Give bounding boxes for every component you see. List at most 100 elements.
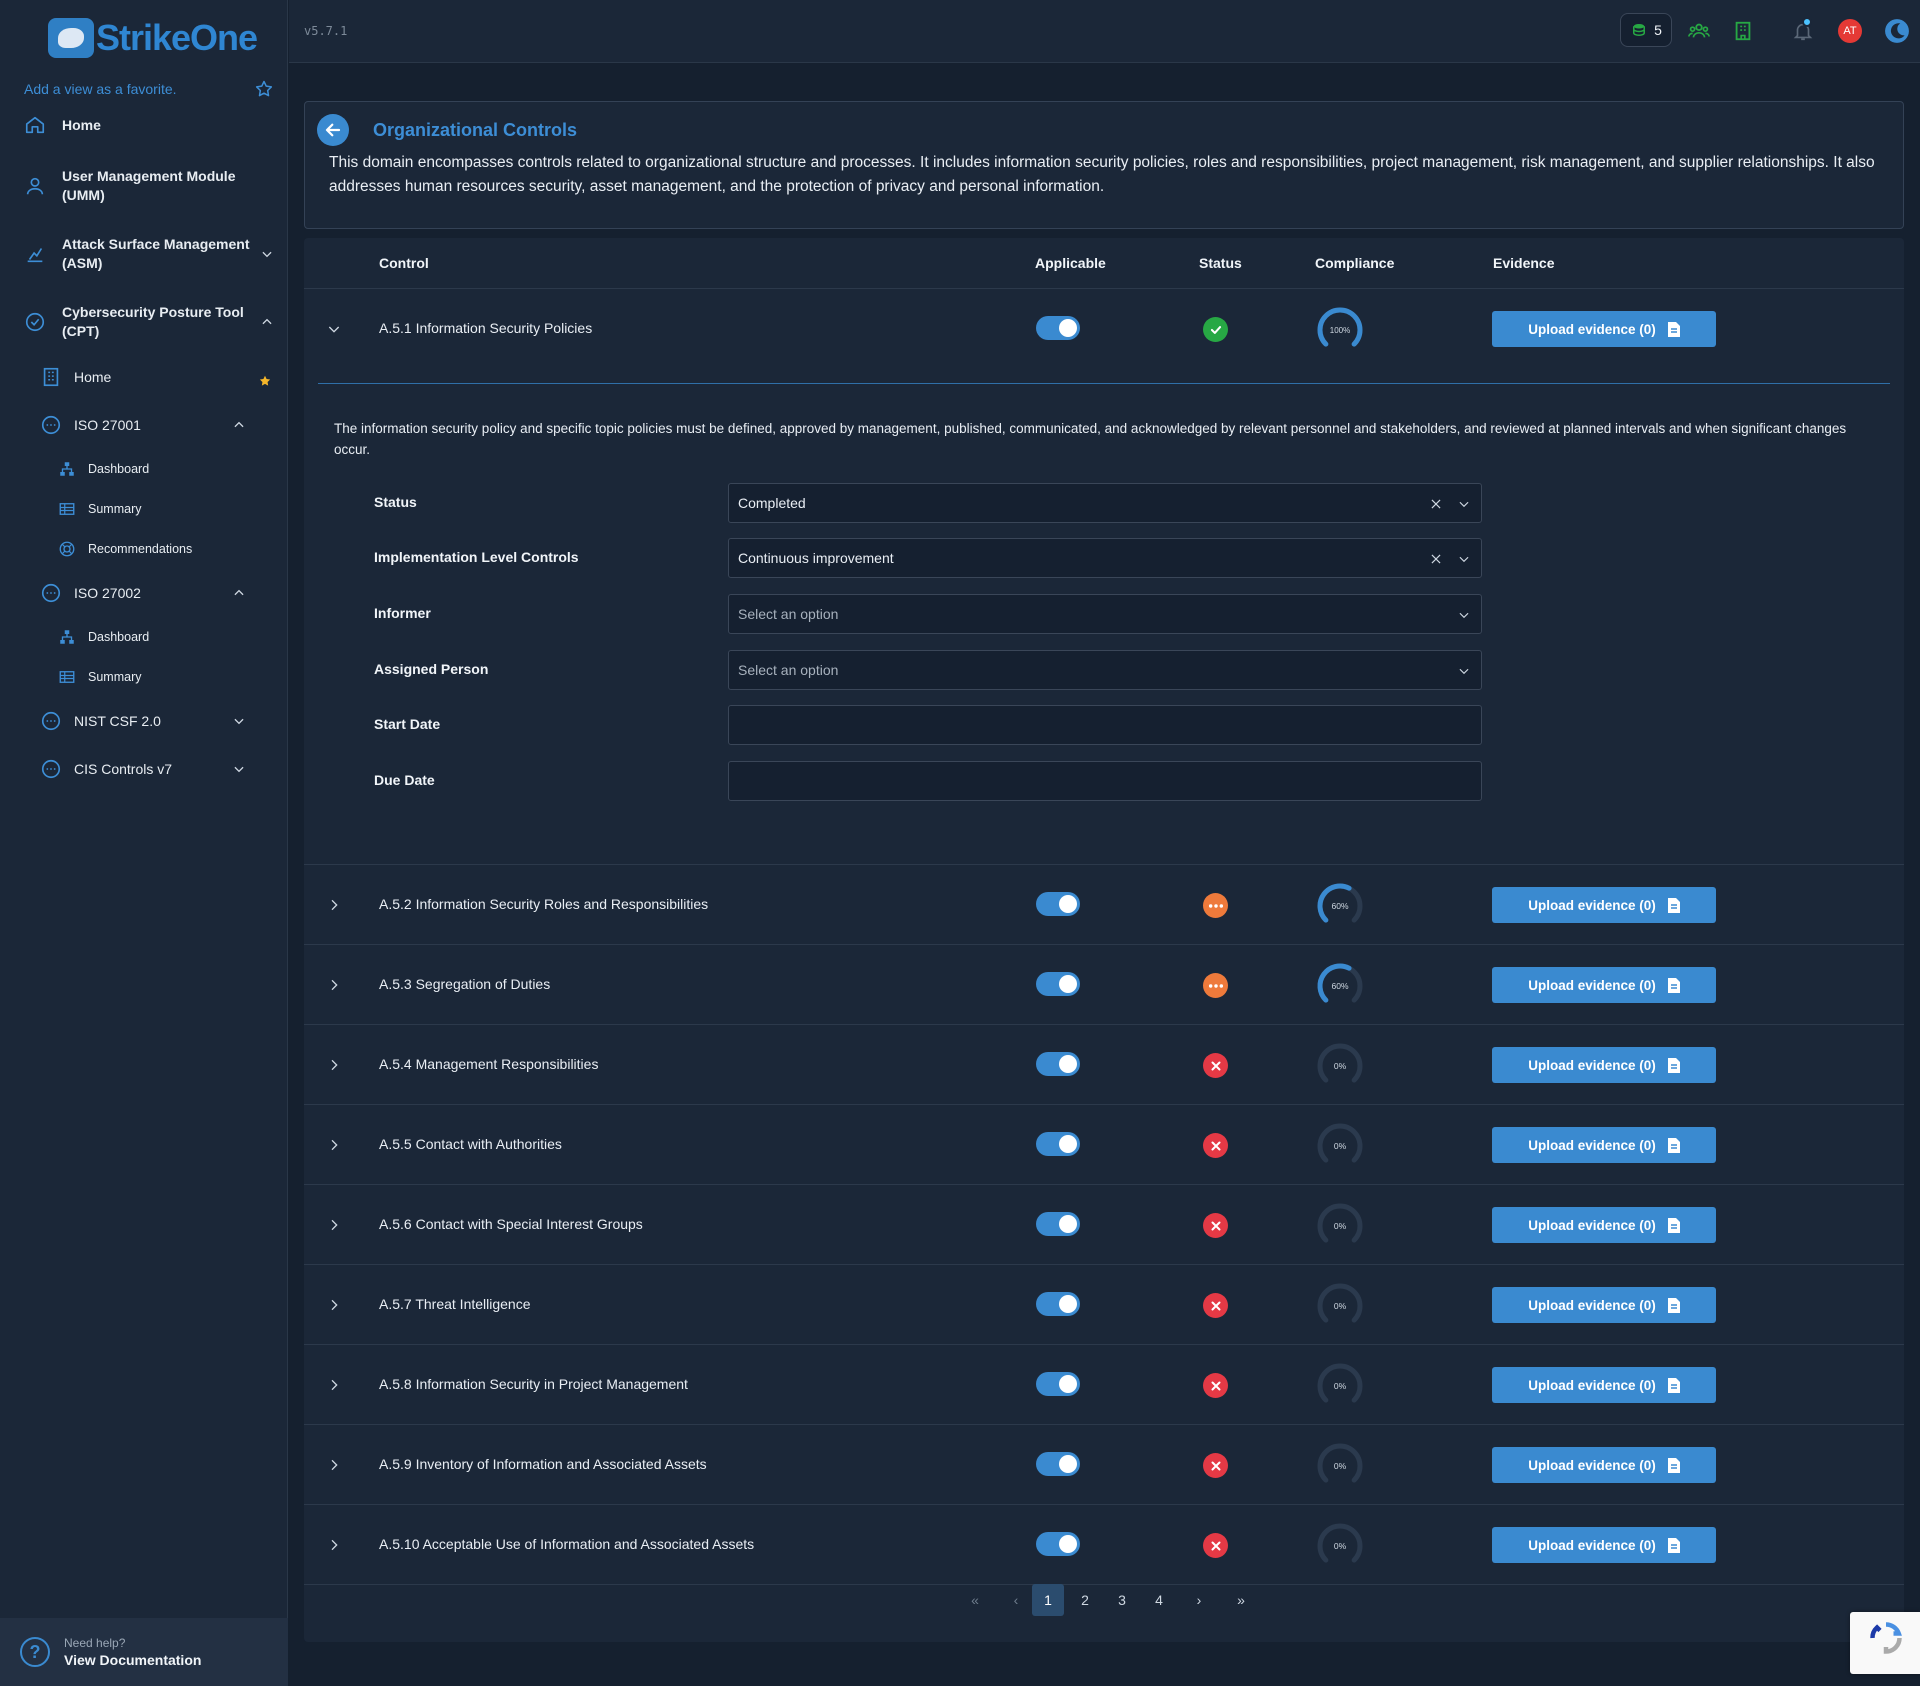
chevron-down-icon[interactable] <box>1457 552 1471 566</box>
table-row[interactable]: A.5.4 Management Responsibilities 0% Upl… <box>304 1025 1904 1105</box>
column-header-status: Status <box>1199 255 1242 271</box>
upload-evidence-button[interactable]: Upload evidence (0) <box>1492 887 1716 923</box>
upload-evidence-button[interactable]: Upload evidence (0) <box>1492 311 1716 347</box>
sidebar-item-iso27001[interactable]: ISO 27001 <box>40 414 246 436</box>
help-link-label: View Documentation <box>64 1652 202 1668</box>
sidebar-item-asm[interactable]: Attack Surface Management (ASM) <box>24 235 274 273</box>
table-row[interactable]: A.5.7 Threat Intelligence 0% Upload evid… <box>304 1265 1904 1345</box>
chevron-right-icon[interactable] <box>326 1137 342 1153</box>
upload-evidence-button[interactable]: Upload evidence (0) <box>1492 1447 1716 1483</box>
applicable-toggle[interactable] <box>1036 316 1080 340</box>
implementation-level-select[interactable]: Continuous improvement <box>728 538 1482 578</box>
chevron-down-icon[interactable] <box>232 714 246 728</box>
table-header: Control Applicable Status Compliance Evi… <box>304 238 1904 289</box>
sidebar-item-cpt[interactable]: Cybersecurity Posture Tool (CPT) <box>24 303 274 341</box>
upload-evidence-button[interactable]: Upload evidence (0) <box>1492 1367 1716 1403</box>
applicable-toggle[interactable] <box>1036 1212 1080 1236</box>
prev-page-button[interactable]: ‹ <box>1000 1584 1032 1616</box>
chevron-down-icon[interactable] <box>260 247 274 261</box>
table-row[interactable]: A.5.5 Contact with Authorities 0% Upload… <box>304 1105 1904 1185</box>
chevron-right-icon[interactable] <box>326 897 342 913</box>
star-filled-icon[interactable] <box>258 374 272 388</box>
chevron-down-icon[interactable] <box>326 321 342 337</box>
chevron-down-icon[interactable] <box>1457 608 1471 622</box>
building-icon[interactable] <box>1732 20 1754 42</box>
sidebar-item-iso27002-dashboard[interactable]: Dashboard <box>58 628 238 646</box>
upload-evidence-button[interactable]: Upload evidence (0) <box>1492 1207 1716 1243</box>
chevron-right-icon[interactable] <box>326 977 342 993</box>
last-page-button[interactable]: » <box>1225 1584 1257 1616</box>
select-placeholder: Select an option <box>738 662 839 678</box>
table-row[interactable]: A.5.8 Information Security in Project Ma… <box>304 1345 1904 1425</box>
help-documentation-link[interactable]: ? Need help? View Documentation <box>0 1618 288 1686</box>
sidebar-item-iso27002-summary[interactable]: Summary <box>58 668 238 686</box>
sidebar-item-iso27001-recommendations[interactable]: Recommendations <box>58 540 238 558</box>
chevron-up-icon[interactable] <box>232 418 246 432</box>
chevron-right-icon[interactable] <box>326 1537 342 1553</box>
chevron-right-icon[interactable] <box>326 1297 342 1313</box>
recaptcha-badge[interactable] <box>1850 1612 1920 1674</box>
chevron-up-icon[interactable] <box>260 315 274 329</box>
assigned-person-select[interactable]: Select an option <box>728 650 1482 690</box>
start-date-input[interactable] <box>728 705 1482 745</box>
sidebar-item-umm[interactable]: User Management Module (UMM) <box>24 167 274 205</box>
sidebar-item-home[interactable]: Home <box>24 114 274 136</box>
page-button-2[interactable]: 2 <box>1069 1584 1101 1616</box>
compliance-label: 0% <box>1334 1461 1347 1471</box>
applicable-toggle[interactable] <box>1036 1292 1080 1316</box>
applicable-toggle[interactable] <box>1036 1452 1080 1476</box>
due-date-input[interactable] <box>728 761 1482 801</box>
chevron-down-icon[interactable] <box>232 762 246 776</box>
sidebar-item-iso27002[interactable]: ISO 27002 <box>40 582 246 604</box>
clear-icon[interactable] <box>1429 552 1443 566</box>
chevron-up-icon[interactable] <box>232 586 246 600</box>
team-icon[interactable] <box>1688 20 1710 42</box>
upload-evidence-button[interactable]: Upload evidence (0) <box>1492 967 1716 1003</box>
page-button-4[interactable]: 4 <box>1143 1584 1175 1616</box>
applicable-toggle[interactable] <box>1036 972 1080 996</box>
applicable-toggle[interactable] <box>1036 1372 1080 1396</box>
table-row[interactable]: A.5.3 Segregation of Duties 60% Upload e… <box>304 945 1904 1025</box>
strikeone-logo[interactable]: StrikeOne <box>48 14 258 62</box>
moon-icon[interactable] <box>1884 18 1910 44</box>
sidebar-item-cis[interactable]: CIS Controls v7 <box>40 758 246 780</box>
informer-select[interactable]: Select an option <box>728 594 1482 634</box>
upload-evidence-button[interactable]: Upload evidence (0) <box>1492 1047 1716 1083</box>
chevron-right-icon[interactable] <box>326 1377 342 1393</box>
status-not-started-icon <box>1203 1533 1228 1558</box>
applicable-toggle[interactable] <box>1036 1052 1080 1076</box>
next-page-button[interactable]: › <box>1183 1584 1215 1616</box>
table-row[interactable]: A.5.6 Contact with Special Interest Grou… <box>304 1185 1904 1265</box>
chevron-right-icon[interactable] <box>326 1217 342 1233</box>
clear-icon[interactable] <box>1429 497 1443 511</box>
sidebar-item-cpt-home[interactable]: Home <box>40 366 271 388</box>
first-page-button[interactable]: « <box>959 1584 991 1616</box>
upload-evidence-button[interactable]: Upload evidence (0) <box>1492 1527 1716 1563</box>
avatar[interactable]: AT <box>1838 19 1862 43</box>
applicable-toggle[interactable] <box>1036 1132 1080 1156</box>
upload-evidence-button[interactable]: Upload evidence (0) <box>1492 1287 1716 1323</box>
star-outline-icon[interactable] <box>254 79 274 99</box>
sidebar-item-iso27001-summary[interactable]: Summary <box>58 500 238 518</box>
applicable-toggle[interactable] <box>1036 892 1080 916</box>
page-button-1[interactable]: 1 <box>1032 1584 1064 1616</box>
status-select[interactable]: Completed <box>728 483 1482 523</box>
coins-icon <box>1633 24 1646 37</box>
table-row[interactable]: A.5.10 Acceptable Use of Information and… <box>304 1505 1904 1585</box>
chevron-right-icon[interactable] <box>326 1057 342 1073</box>
chevron-right-icon[interactable] <box>326 1457 342 1473</box>
select-placeholder: Select an option <box>738 606 839 622</box>
coins-badge[interactable]: 5 <box>1620 13 1672 47</box>
chevron-down-icon[interactable] <box>1457 664 1471 678</box>
back-button[interactable] <box>317 114 349 146</box>
sidebar-item-iso27001-dashboard[interactable]: Dashboard <box>58 460 238 478</box>
page-button-3[interactable]: 3 <box>1106 1584 1138 1616</box>
sidebar-item-nist[interactable]: NIST CSF 2.0 <box>40 710 246 732</box>
chevron-down-icon[interactable] <box>1457 497 1471 511</box>
sidebar-item-label: Home <box>62 116 101 133</box>
table-row[interactable]: A.5.2 Information Security Roles and Res… <box>304 865 1904 945</box>
table-row[interactable]: A.5.9 Inventory of Information and Assoc… <box>304 1425 1904 1505</box>
table-row[interactable]: A.5.1 Information Security Policies 100%… <box>304 289 1904 369</box>
upload-evidence-button[interactable]: Upload evidence (0) <box>1492 1127 1716 1163</box>
applicable-toggle[interactable] <box>1036 1532 1080 1556</box>
